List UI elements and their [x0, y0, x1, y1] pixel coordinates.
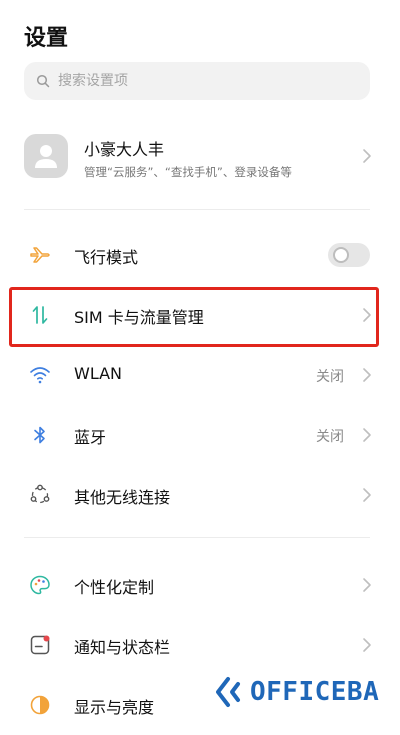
- watermark-logo-icon: [216, 677, 240, 707]
- personalization-row[interactable]: 个性化定制: [0, 555, 400, 615]
- row-label: 显示与亮度: [74, 698, 155, 717]
- sim-data-row[interactable]: SIM 卡与流量管理: [0, 285, 400, 345]
- avatar[interactable]: [24, 134, 68, 178]
- wireless-connections-icon: [30, 484, 50, 504]
- page-title: 设置: [24, 26, 69, 51]
- account-row[interactable]: 小豪大人丰 管理“云服务”、“查找手机”、登录设备等: [0, 128, 400, 188]
- chevron-right-icon: [363, 428, 371, 442]
- airplane-mode-toggle[interactable]: [328, 243, 370, 267]
- row-value: 关闭: [316, 369, 344, 385]
- row-label: 蓝牙: [74, 428, 107, 447]
- palette-icon: [30, 575, 50, 595]
- person-icon: [35, 145, 57, 168]
- row-label: SIM 卡与流量管理: [74, 308, 204, 327]
- watermark-text: OFFICEBA: [250, 677, 380, 707]
- chevron-right-icon: [363, 578, 371, 592]
- row-label: 其他无线连接: [74, 488, 171, 507]
- bluetooth-icon: [34, 426, 45, 444]
- row-label: 飞行模式: [74, 248, 139, 267]
- row-label: WLAN: [74, 364, 123, 383]
- chevron-right-icon: [363, 488, 371, 502]
- bluetooth-row[interactable]: 蓝牙 关闭: [0, 405, 400, 465]
- row-value: 关闭: [316, 429, 344, 445]
- airplane-icon: [30, 247, 50, 263]
- account-subtitle: 管理“云服务”、“查找手机”、登录设备等: [84, 165, 292, 179]
- other-wireless-row[interactable]: 其他无线连接: [0, 465, 400, 525]
- section-divider: [24, 537, 370, 538]
- section-divider: [24, 209, 370, 210]
- sim-data-icon: [32, 306, 48, 324]
- account-name: 小豪大人丰: [84, 140, 165, 159]
- chevron-right-icon: [363, 308, 371, 322]
- row-label: 通知与状态栏: [74, 638, 171, 657]
- chevron-right-icon: [363, 368, 371, 382]
- chevron-right-icon: [363, 149, 371, 163]
- airplane-mode-row[interactable]: 飞行模式: [0, 225, 400, 285]
- wlan-row[interactable]: WLAN 关闭: [0, 345, 400, 405]
- watermark: OFFICEBA: [214, 672, 379, 712]
- chevron-right-icon: [363, 638, 371, 652]
- notification-row[interactable]: 通知与状态栏: [0, 615, 400, 675]
- search-input[interactable]: [56, 72, 350, 90]
- row-label: 个性化定制: [74, 578, 155, 597]
- display-brightness-icon: [30, 695, 50, 715]
- toggle-knob: [333, 247, 349, 263]
- search-bar[interactable]: [24, 62, 370, 100]
- notification-icon: [30, 635, 50, 655]
- wifi-icon: [30, 367, 50, 384]
- search-icon: [36, 74, 50, 88]
